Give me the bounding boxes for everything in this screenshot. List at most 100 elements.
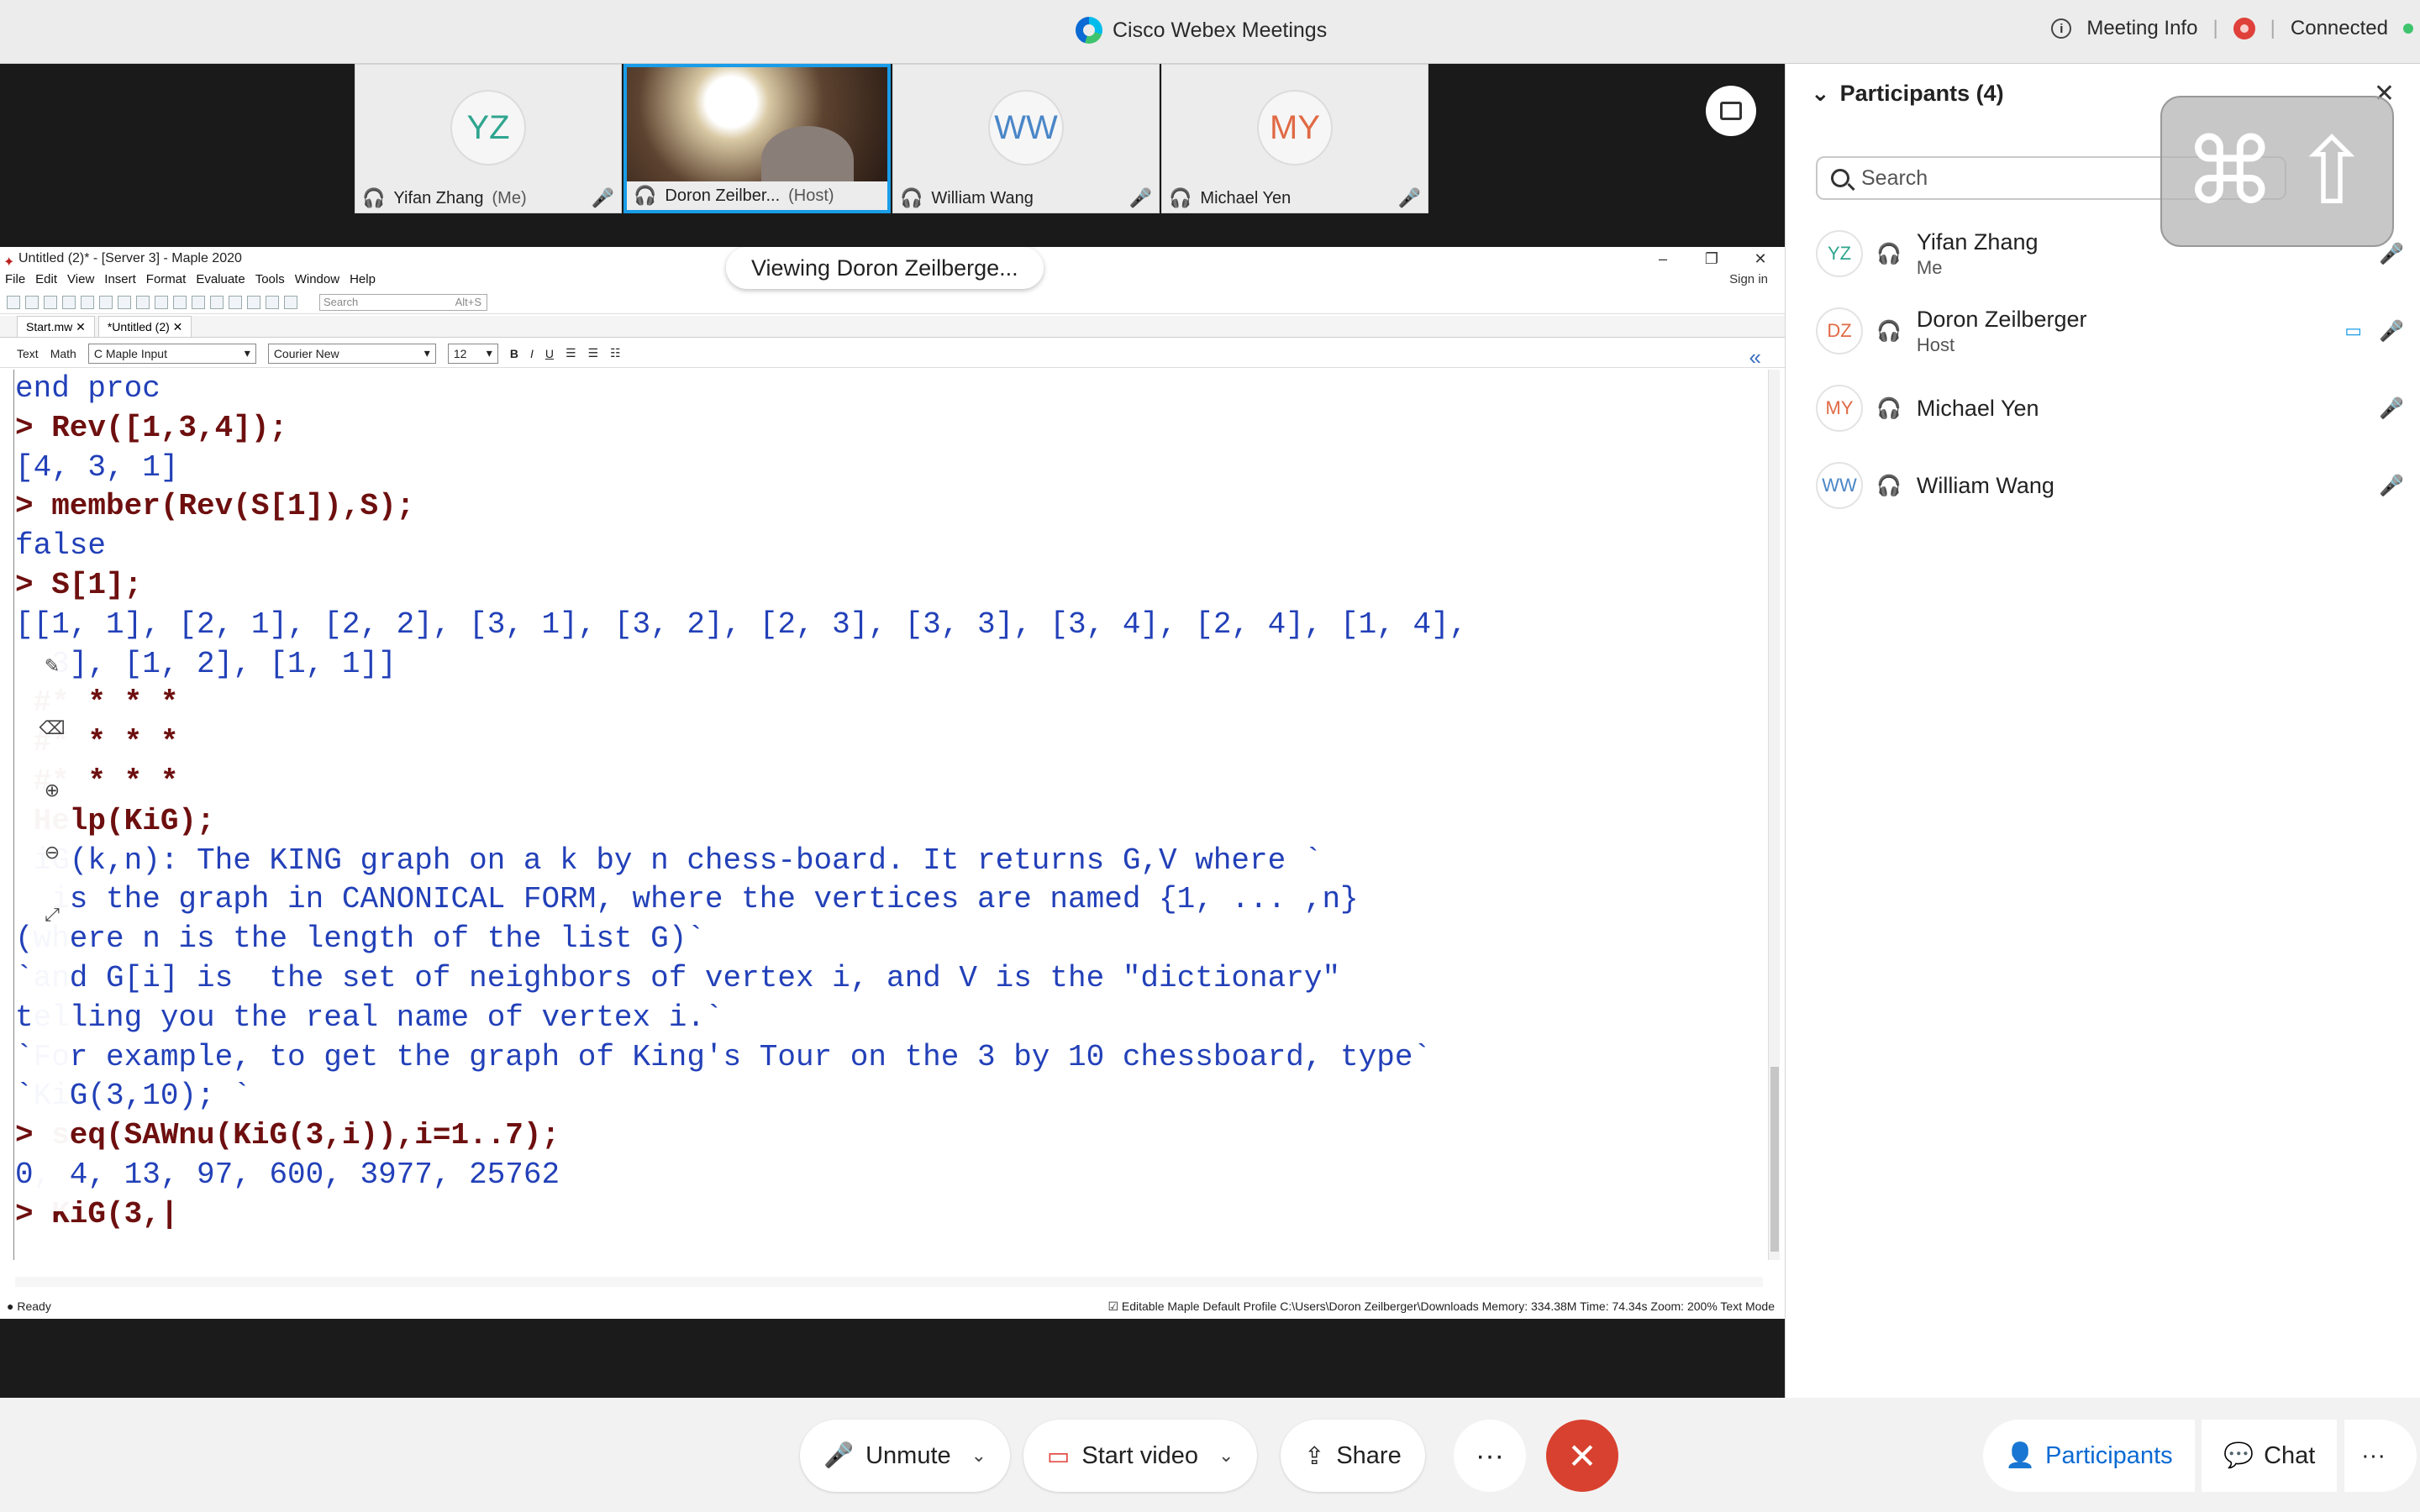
cut-icon[interactable] — [81, 295, 94, 309]
chevron-down-icon[interactable]: ⌄ — [1218, 1445, 1234, 1467]
restore-icon[interactable]: ❐ — [1687, 247, 1736, 270]
panel-header[interactable]: ⌄ Participants (4) — [1811, 81, 2004, 107]
scrollbar-thumb[interactable] — [1770, 1067, 1779, 1252]
italic-button[interactable]: I — [530, 347, 534, 360]
maple-input-line[interactable]: #* * * * — [15, 723, 1763, 763]
paste-icon[interactable] — [118, 295, 131, 309]
save-icon[interactable] — [44, 295, 57, 309]
participants-button[interactable]: 👤 Participants — [1983, 1420, 2195, 1492]
menu-edit[interactable]: Edit — [35, 270, 57, 289]
chat-button[interactable]: 💬 Chat — [2202, 1420, 2338, 1492]
print-icon[interactable] — [62, 295, 76, 309]
maple-menu-bar: File Edit View Insert Format Evaluate To… — [0, 270, 376, 289]
close-icon: ✕ — [1567, 1436, 1597, 1476]
horizontal-scrollbar[interactable] — [15, 1277, 1763, 1287]
redo-icon[interactable] — [155, 295, 168, 309]
stop-icon[interactable] — [210, 295, 224, 309]
tab-start[interactable]: Start.mw ✕ — [17, 316, 95, 337]
style-select[interactable]: C Maple Input ▾ — [87, 343, 256, 364]
muted-mic-icon[interactable]: 🎤 — [2379, 474, 2404, 498]
align-center-icon[interactable]: ☰ — [588, 346, 599, 360]
execute-icon[interactable] — [192, 295, 205, 309]
align-left-icon[interactable]: ☰ — [566, 346, 576, 360]
tab-untitled[interactable]: *Untitled (2) ✕ — [97, 316, 192, 337]
video-tile-active[interactable]: 🎧 Doron Zeilber... (Host) — [623, 64, 891, 213]
menu-help[interactable]: Help — [350, 270, 376, 289]
worksheet[interactable]: end proc > Rev([1,3,4]); [4, 3, 1] > member… — [15, 370, 1763, 1260]
maple-input-line[interactable]: > Rev([1,3,4]); — [15, 409, 1763, 449]
maple-input-line[interactable]: > KiG(3,| — [15, 1195, 1763, 1235]
menu-format[interactable]: Format — [146, 270, 187, 289]
math-mode-button[interactable]: Math — [50, 347, 76, 360]
video-tile[interactable]: WW 🎧 William Wang 🎤 — [892, 64, 1160, 213]
menu-file[interactable]: File — [5, 270, 25, 289]
menu-tools[interactable]: Tools — [255, 270, 285, 289]
maple-input-line[interactable]: Help(KiG); — [15, 802, 1763, 842]
video-tile[interactable]: YZ 🎧 Yifan Zhang (Me) 🎤 — [355, 64, 622, 213]
layout-button[interactable] — [1706, 86, 1756, 136]
maple-input-line[interactable]: > seq(SAWnu(KiG(3,i)),i=1..7); — [15, 1116, 1763, 1156]
muted-mic-icon[interactable]: 🎤 — [2379, 242, 2404, 266]
size-select[interactable]: 12 ▾ — [447, 343, 498, 364]
video-tile[interactable]: MY 🎧 Michael Yen 🎤 — [1161, 64, 1428, 213]
fullscreen-icon[interactable]: ⤢ — [45, 904, 60, 926]
share-button[interactable]: ⇪ Share — [1281, 1420, 1425, 1492]
restart-icon[interactable] — [229, 295, 242, 309]
text-mode-button[interactable]: Text — [17, 347, 39, 360]
leave-meeting-button[interactable]: ✕ — [1546, 1420, 1618, 1492]
close-icon[interactable]: ✕ — [1736, 247, 1785, 270]
list-item[interactable]: WW 🎧 William Wang 🎤 — [1816, 447, 2404, 524]
start-video-button[interactable]: ▭ Start video ⌄ — [1023, 1420, 1258, 1492]
menu-view[interactable]: View — [67, 270, 94, 289]
menu-evaluate[interactable]: Evaluate — [196, 270, 245, 289]
maple-input-line[interactable]: #* * * * — [15, 763, 1763, 802]
avatar: WW — [1816, 462, 1863, 509]
pen-icon[interactable]: ✎ — [45, 655, 60, 677]
list-item[interactable]: MY 🎧 Michael Yen 🎤 — [1816, 370, 2404, 447]
underline-button[interactable]: U — [545, 347, 554, 360]
new-file-icon[interactable] — [7, 295, 20, 309]
muted-mic-icon[interactable]: 🎤 — [2379, 396, 2404, 421]
more-options-button[interactable]: ··· — [1454, 1420, 1526, 1492]
meeting-info-link[interactable]: Meeting Info — [2086, 17, 2197, 40]
zoom-out-icon[interactable]: ⊖ — [45, 842, 60, 864]
list-icon[interactable]: ☷ — [610, 346, 621, 360]
maple-input-line[interactable]: > S[1]; — [15, 566, 1763, 606]
shift-key-icon: ⇧ — [2292, 120, 2371, 223]
title-bar-right: i Meeting Info | | Connected — [2051, 17, 2413, 40]
minimize-icon[interactable]: – — [1639, 247, 1687, 270]
collapse-panel-icon[interactable]: « — [1749, 344, 1761, 370]
font-select[interactable]: Courier New ▾ — [267, 343, 436, 364]
maple-search-input[interactable]: Search Alt+S — [319, 293, 487, 311]
more-panels-button[interactable]: ··· — [2344, 1420, 2417, 1492]
maple-output-line: `For example, to get the graph of King's… — [15, 1039, 1432, 1074]
vertical-scrollbar[interactable] — [1768, 370, 1780, 1260]
maple-input-line[interactable]: > member(Rev(S[1]),S); — [15, 487, 1763, 527]
maple-output-line: end proc — [15, 371, 160, 406]
chevron-down-icon[interactable]: ⌄ — [1811, 81, 1830, 107]
avatar: MY — [1816, 385, 1863, 432]
zoom-in-icon[interactable] — [247, 295, 260, 309]
avatar: DZ — [1816, 307, 1863, 354]
zoom-out-icon[interactable] — [266, 295, 279, 309]
eraser-icon[interactable]: ⌫ — [39, 717, 65, 739]
sign-in-link[interactable]: Sign in — [1729, 272, 1768, 286]
bold-button[interactable]: B — [510, 347, 518, 360]
unmute-button[interactable]: 🎤 Unmute ⌄ — [800, 1420, 1011, 1492]
menu-insert[interactable]: Insert — [104, 270, 136, 289]
list-item[interactable]: YZ 🎧 Yifan Zhang Me 🎤 — [1816, 215, 2404, 292]
recording-icon[interactable] — [2233, 18, 2255, 39]
info-icon[interactable]: i — [2051, 18, 2072, 39]
maple-input-line[interactable]: #* * * * — [15, 684, 1763, 723]
list-item[interactable]: DZ 🎧 Doron Zeilberger Host ▭ 🎤 — [1816, 292, 2404, 370]
chevron-down-icon[interactable]: ⌄ — [971, 1445, 986, 1467]
menu-window[interactable]: Window — [295, 270, 339, 289]
text-icon[interactable] — [173, 295, 187, 309]
window-controls: – ❐ ✕ — [1639, 247, 1785, 270]
active-mic-icon[interactable]: 🎤 — [2379, 319, 2404, 344]
undo-icon[interactable] — [136, 295, 150, 309]
zoom-in-icon[interactable]: ⊕ — [45, 780, 60, 801]
open-icon[interactable] — [25, 295, 39, 309]
help-icon[interactable] — [284, 295, 297, 309]
copy-icon[interactable] — [99, 295, 113, 309]
